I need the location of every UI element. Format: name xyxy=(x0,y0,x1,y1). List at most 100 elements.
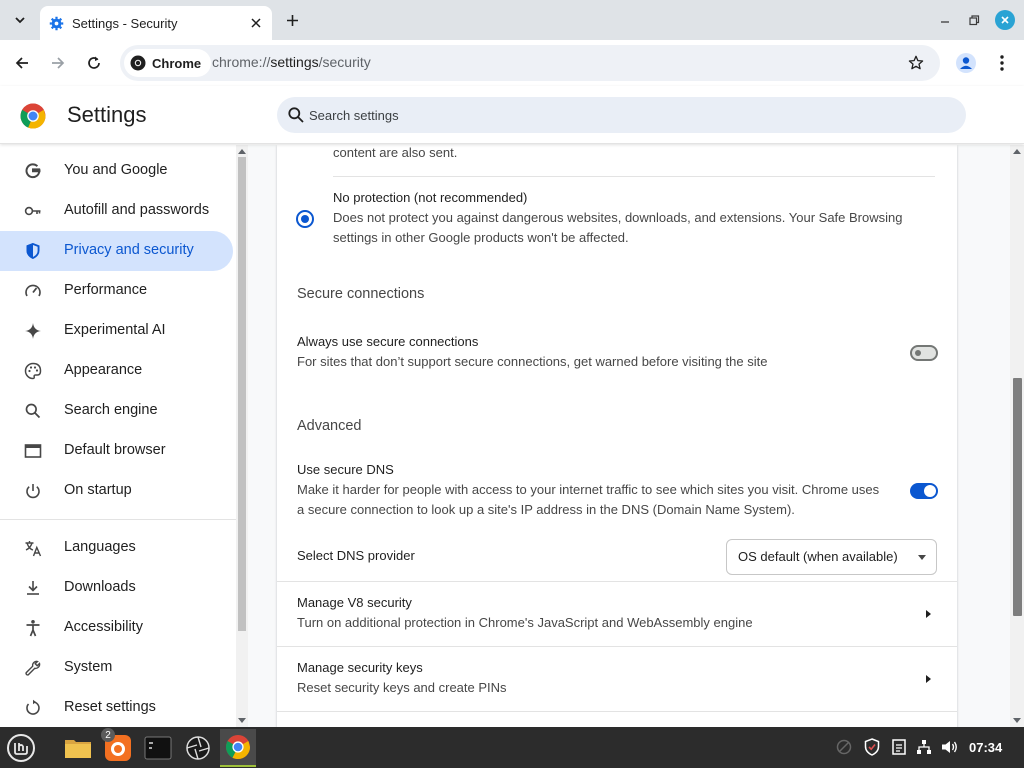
sidebar-item-privacy-and-security[interactable]: Privacy and security xyxy=(0,231,233,271)
tab-search-button[interactable] xyxy=(8,8,32,32)
google-icon xyxy=(24,162,42,180)
sidebar-item-default-browser[interactable]: Default browser xyxy=(0,431,233,471)
sidebar-item-label: Autofill and passwords xyxy=(64,202,210,218)
sparkle-icon xyxy=(24,322,42,340)
sidebar-item-reset-settings[interactable]: Reset settings xyxy=(0,688,233,727)
search-icon xyxy=(288,107,304,123)
menu-button[interactable] xyxy=(990,51,1014,75)
sidebar-item-appearance[interactable]: Appearance xyxy=(0,351,233,391)
new-tab-button[interactable] xyxy=(282,10,302,30)
scroll-up-arrow-icon[interactable] xyxy=(238,147,246,155)
clock[interactable]: 07:34 xyxy=(969,740,1002,755)
screenshot-app-button[interactable] xyxy=(180,729,216,767)
no-protection-desc-2: settings in other Google products won't … xyxy=(333,230,629,245)
arrow-right-icon xyxy=(926,610,931,618)
address-bar[interactable]: Chrome chrome://settings/security xyxy=(120,45,940,81)
sidebar-scrollbar[interactable] xyxy=(236,145,248,727)
sidebar-item-label: Reset settings xyxy=(64,699,156,715)
search-input[interactable] xyxy=(309,105,909,125)
wrench-icon xyxy=(24,659,42,677)
divider xyxy=(277,711,957,712)
secure-dns-desc-2: a secure connection to look up a site's … xyxy=(297,502,795,517)
divider xyxy=(333,176,935,177)
download-icon xyxy=(24,579,42,597)
sidebar-item-accessibility[interactable]: Accessibility xyxy=(0,608,233,648)
minimize-icon xyxy=(941,21,949,23)
tab-settings-security[interactable]: Settings - Security xyxy=(40,6,272,40)
secure-dns-title: Use secure DNS xyxy=(297,462,394,477)
site-info-chip[interactable]: Chrome xyxy=(124,49,212,77)
clipboard-icon[interactable] xyxy=(889,737,909,757)
scroll-up-arrow-icon[interactable] xyxy=(1013,147,1021,155)
reload-icon xyxy=(88,56,100,69)
always-secure-toggle[interactable] xyxy=(910,345,938,361)
shield-icon xyxy=(24,242,42,260)
sidebar-item-label: System xyxy=(64,659,113,675)
sidebar-item-performance[interactable]: Performance xyxy=(0,271,233,311)
secure-dns-toggle[interactable] xyxy=(910,483,938,499)
restore-icon xyxy=(968,14,979,25)
security-keys-title: Manage security keys xyxy=(297,660,423,675)
sidebar-item-search-engine[interactable]: Search engine xyxy=(0,391,233,431)
sidebar-item-label: Default browser xyxy=(64,442,166,458)
manage-v8-security-row[interactable]: Manage V8 security Turn on additional pr… xyxy=(277,582,957,646)
sidebar-item-languages[interactable]: Languages xyxy=(0,528,233,568)
palette-icon xyxy=(24,362,42,380)
profile-button[interactable] xyxy=(954,51,978,75)
always-secure-desc: For sites that don’t support secure conn… xyxy=(297,354,768,369)
settings-header: Settings xyxy=(0,86,1024,144)
no-protection-radio[interactable] xyxy=(296,210,314,228)
network-icon[interactable] xyxy=(914,737,934,757)
url-scheme: chrome:// xyxy=(212,54,271,70)
sidebar-item-label: Performance xyxy=(64,282,148,298)
folder-icon xyxy=(65,740,91,758)
search-settings-box[interactable] xyxy=(277,97,966,133)
main-scroll-thumb[interactable] xyxy=(1013,378,1022,616)
security-card: content are also sent. No protection (no… xyxy=(277,145,957,727)
shield-icon[interactable] xyxy=(862,737,882,757)
bookmark-star-button[interactable] xyxy=(906,53,926,73)
no-protection-desc-1: Does not protect you against dangerous w… xyxy=(333,210,903,225)
files-app-button[interactable] xyxy=(60,729,96,767)
start-menu-button[interactable] xyxy=(3,729,39,767)
restore-button[interactable] xyxy=(964,10,984,30)
search-icon xyxy=(24,402,42,420)
toggle-knob xyxy=(915,350,921,356)
volume-icon[interactable] xyxy=(940,737,960,757)
plus-icon xyxy=(286,14,298,26)
window-close-button[interactable] xyxy=(995,10,1015,30)
sidebar-scroll-thumb[interactable] xyxy=(238,157,246,631)
sidebar-item-autofill[interactable]: Autofill and passwords xyxy=(0,191,233,231)
back-button[interactable] xyxy=(10,51,34,75)
main-scrollbar[interactable] xyxy=(1010,145,1024,727)
sidebar-item-on-startup[interactable]: On startup xyxy=(0,471,233,511)
terminal-app-button[interactable] xyxy=(140,729,176,767)
dns-provider-value: OS default (when available) xyxy=(738,549,898,564)
chrome-logo-icon xyxy=(20,103,46,129)
network-status-icon[interactable] xyxy=(834,737,854,757)
translate-icon xyxy=(24,539,42,557)
previous-option-desc: content are also sent. xyxy=(333,145,458,160)
star-icon xyxy=(908,55,924,70)
dns-provider-select[interactable]: OS default (when available) xyxy=(726,539,937,575)
reset-icon xyxy=(24,699,42,717)
sidebar-item-experimental-ai[interactable]: Experimental AI xyxy=(0,311,233,351)
chip-label: Chrome xyxy=(152,55,202,71)
sidebar-item-label: Accessibility xyxy=(64,619,143,635)
v8-title: Manage V8 security xyxy=(297,595,412,610)
tab-title: Settings - Security xyxy=(72,15,178,31)
scroll-down-arrow-icon[interactable] xyxy=(238,716,246,724)
chrome-app-button[interactable] xyxy=(220,729,256,767)
dropdown-arrow-icon xyxy=(918,555,926,560)
sidebar-item-you-and-google[interactable]: You and Google xyxy=(0,151,233,191)
sidebar-item-downloads[interactable]: Downloads xyxy=(0,568,233,608)
scroll-down-arrow-icon[interactable] xyxy=(1013,716,1021,724)
minimize-button[interactable] xyxy=(935,10,955,30)
close-tab-icon[interactable] xyxy=(248,15,264,31)
forward-button[interactable] xyxy=(46,51,70,75)
sidebar-item-system[interactable]: System xyxy=(0,648,233,688)
reload-button[interactable] xyxy=(82,51,106,75)
manage-security-keys-row[interactable]: Manage security keys Reset security keys… xyxy=(277,647,957,711)
sidebar-item-label: Experimental AI xyxy=(64,322,166,338)
url-text: chrome://settings/security xyxy=(212,54,371,70)
